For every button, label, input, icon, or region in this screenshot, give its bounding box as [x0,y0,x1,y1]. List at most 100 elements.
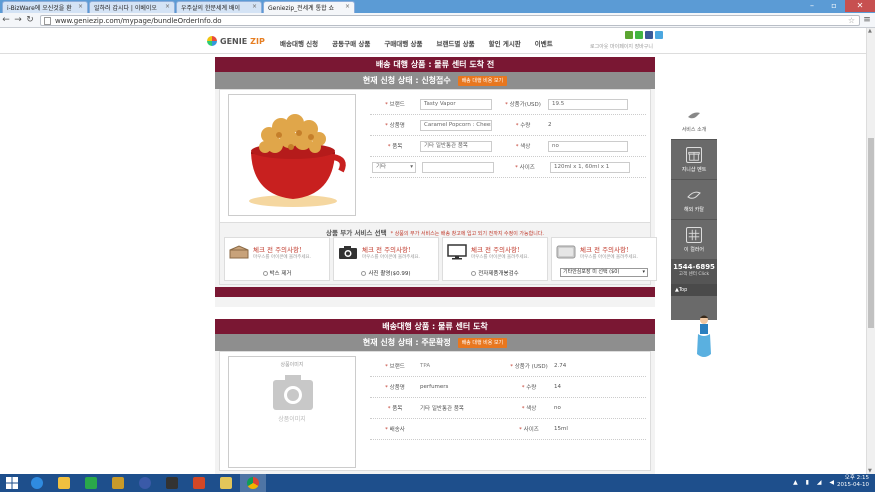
category-value: 기타 일반통관 품목 [420,406,464,412]
clock-time: 오후 2:15 [844,475,869,481]
close-icon[interactable]: × [252,3,257,10]
taskbar-explorer[interactable] [51,474,77,492]
maximize-icon[interactable]: ▫ [823,0,845,12]
nav-item[interactable]: 구매대행 상품 [384,38,422,48]
brand-input[interactable]: Tasty Vapor [420,98,492,110]
field-label: * 수량 [515,123,531,129]
addon-card-photo: 체크 전 주의사항! 마우스를 아이콘에 올려주세요. 사진 촬영($0.99) [333,237,439,281]
taskbar-help[interactable] [132,474,158,492]
taskbar-app[interactable] [213,474,239,492]
packaging-select[interactable]: 기타안심포장 미 선택 ($0) ▾ [560,268,648,277]
help-icon [139,477,151,489]
nav-item[interactable]: 배송대행 신청 [280,38,318,48]
image-caption: 상품이미지 [280,362,304,368]
sidebar-item-calendar[interactable]: 이 컬러어 [671,220,717,260]
box-icon[interactable] [229,244,249,260]
sidebar-item-catalog[interactable]: 해외 카탈 [671,180,717,220]
sidebar-label: 서비스 소개 [681,127,707,133]
forward-icon[interactable]: → [12,15,24,25]
line-icon[interactable] [635,31,643,39]
addon-card-box-removal: 체크 전 주의사항! 마우스를 아이콘에 올려주세요. 박스 제거 [224,237,330,281]
taskbar-app[interactable] [105,474,131,492]
field-label: * 색상 [515,144,531,150]
bookmark-star-icon[interactable]: ☆ [848,16,855,26]
browser-tab[interactable]: 일하러 갑시다 | 이베이오 × [89,1,175,13]
windows-logo-icon [6,477,18,489]
other-input[interactable] [422,161,494,173]
clock[interactable]: 오후 2:15 2015-04-10 [837,475,869,489]
other-select[interactable]: 기타 ▾ [372,161,416,173]
card-sub: 마우스를 아이콘에 올려주세요. [253,255,312,260]
order-footer-bar [215,287,655,297]
back-icon[interactable]: ← [0,15,12,25]
menu-icon[interactable]: ≡ [860,15,874,25]
close-window-icon[interactable]: ✕ [845,0,875,12]
category-input[interactable]: 기타 일반통관 품목 [420,140,492,152]
field-label: * 색상 [521,406,537,412]
size-value: 15ml [554,426,568,432]
kakao-icon[interactable] [625,31,633,39]
user-links[interactable]: 로그아웃 마이페이지 장바구니 [590,43,653,50]
nav-item[interactable]: 할인 게시판 [489,38,521,48]
close-icon[interactable]: × [345,3,350,10]
field-row: * 배송사 * 사이즈 15ml [370,419,646,440]
taskbar-office[interactable] [186,474,212,492]
order-detail: * 브랜드 Tasty Vapor * 상품가(USD) 19.5 * 상품명 … [219,89,651,223]
page-scrollbar[interactable]: ▲ ▼ [866,28,875,474]
nav-item[interactable]: 브랜드별 상품 [436,38,474,48]
photo-checkbox[interactable]: 사진 촬영($0.99) [334,269,438,277]
field-row: * 브랜드 TPA * 상품가 (USD) 2.74 [370,356,646,377]
shipping-cost-button[interactable]: 배송 대행 비용 보기 [457,75,508,86]
packaging-icon[interactable] [556,244,576,260]
reload-icon[interactable]: ↻ [24,15,36,25]
app-icon [112,477,124,489]
browser-tab[interactable]: 우주살의 한문세계 배이 × [176,1,262,13]
order-detail: 상품이미지 상품이미지 * 브랜드 TPA * 상품가 (USD) 2.74 *… [219,351,651,471]
system-tray[interactable]: ▲ ▮ ◢ ◀ [793,479,837,486]
quantity-value: 2 [548,122,552,128]
nav-item[interactable]: 이벤트 [535,38,553,48]
monitor-icon[interactable] [447,244,467,260]
url-input[interactable]: www.geniezip.com/mypage/bundleOrderInfo.… [40,14,860,26]
customer-center-phone[interactable]: 1544-6895 고객 센터 Click [671,260,717,284]
browser-tab-active[interactable]: Geniezip_전세계 통합 쇼 × [263,1,355,13]
close-icon[interactable]: × [78,3,83,10]
size-input[interactable]: 120ml x 1, 60ml x 1 [550,161,630,173]
scroll-up-icon[interactable]: ▲ [868,28,872,34]
quantity-value: 14 [554,384,561,390]
store-icon [85,477,97,489]
close-icon[interactable]: × [165,3,170,10]
scroll-top-button[interactable]: ▲Top [671,284,717,296]
status-text: 현재 신청 상태 : 신청접수 [362,76,451,85]
scrollbar-thumb[interactable] [868,138,874,328]
site-logo[interactable]: GENIE ZIP [207,36,265,46]
minimize-icon[interactable]: – [801,0,823,12]
price-input[interactable]: 19.5 [548,98,628,110]
card-title: 체크 전 주의사항! [471,246,520,254]
taskbar-store[interactable] [78,474,104,492]
sidebar-item-service[interactable]: 서비스 소개 [671,100,717,140]
box-removal-checkbox[interactable]: 박스 제거 [225,269,329,277]
taskbar-ie[interactable] [24,474,50,492]
start-button[interactable] [0,474,24,492]
card-title: 체크 전 주의사항! [253,246,302,254]
electronics-check-checkbox[interactable]: 전자제품개봉검수 [443,269,547,277]
page-icon [44,16,51,25]
sidebar-item-event[interactable]: 지니샵 벤트 [671,140,717,180]
taskbar-chrome[interactable] [240,474,266,492]
product-name-value: perfumers [420,384,449,390]
taskbar-app[interactable] [159,474,185,492]
browser-tab[interactable]: i-BizWare에 오신것을 환 × [2,1,88,13]
nav-item[interactable]: 공동구매 상품 [332,38,370,48]
brand-value: TPA [420,363,431,369]
card-title: 체크 전 주의사항! [580,246,629,254]
camera-icon[interactable] [338,244,358,260]
color-input[interactable]: no [548,140,628,152]
product-name-input[interactable]: Caramel Popcorn : Cheesec [420,119,492,131]
order-block: 배송 대행 상품 : 물류 센터 도착 전 현재 신청 상태 : 신청접수 배송… [215,57,657,307]
app-icon [220,477,232,489]
shipping-cost-button[interactable]: 배송 대행 비용 보기 [457,337,508,348]
chrome-icon [247,477,259,489]
facebook-icon[interactable] [645,31,653,39]
twitter-icon[interactable] [655,31,663,39]
